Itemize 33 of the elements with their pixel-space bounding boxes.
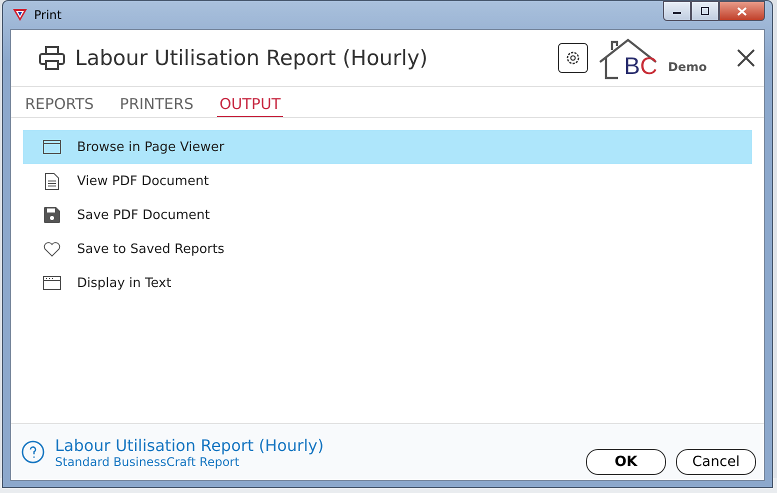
tab[interactable]: OUTPUT (217, 95, 283, 117)
gear-icon (565, 50, 581, 66)
ok-button[interactable]: OK (586, 449, 666, 475)
output-option[interactable]: Display in Text (23, 266, 752, 300)
help-icon[interactable] (21, 440, 45, 464)
output-option[interactable]: Save PDF Document (23, 198, 752, 232)
output-option[interactable]: View PDF Document (23, 164, 752, 198)
app-logo-icon (12, 8, 28, 22)
footer-subtitle: Standard BusinessCraft Report (55, 454, 240, 468)
logo-text: BC (624, 53, 658, 81)
minimize-button[interactable] (663, 1, 691, 21)
printer-icon (39, 46, 65, 70)
tab[interactable]: PRINTERS (118, 95, 196, 117)
output-option[interactable]: Save to Saved Reports (23, 232, 752, 266)
document-icon (43, 172, 61, 190)
heart-icon (43, 242, 61, 256)
report-title: Labour Utilisation Report (Hourly) (75, 46, 428, 70)
edition-label: Demo (668, 60, 707, 74)
save-icon (43, 207, 61, 223)
window-icon (43, 140, 61, 154)
close-button[interactable] (719, 1, 765, 21)
tab[interactable]: REPORTS (23, 95, 96, 117)
settings-button[interactable] (558, 43, 588, 73)
close-icon (737, 6, 747, 16)
house-logo-icon (598, 38, 658, 80)
close-icon[interactable] (736, 48, 756, 68)
maximize-icon (700, 7, 710, 15)
window-title: Print (34, 8, 62, 22)
maximize-button[interactable] (691, 1, 719, 21)
output-option[interactable]: Browse in Page Viewer (23, 130, 752, 164)
footer-title: Labour Utilisation Report (Hourly) (55, 436, 324, 454)
text-window-icon (43, 276, 61, 290)
cancel-button[interactable]: Cancel (676, 449, 756, 475)
